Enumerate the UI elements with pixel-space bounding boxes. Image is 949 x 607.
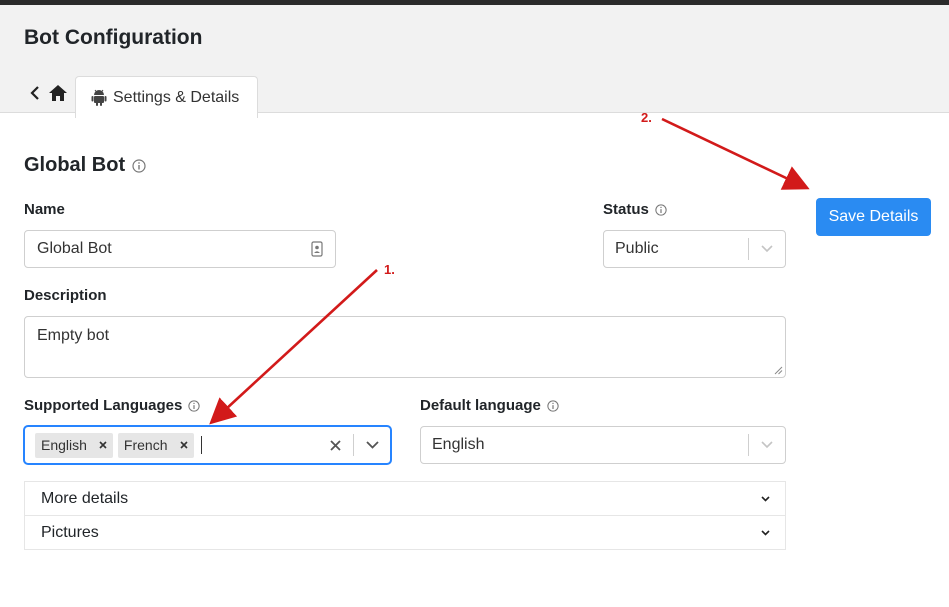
chevron-down-icon [761, 245, 773, 253]
description-textarea[interactable]: Empty bot [24, 316, 786, 378]
android-icon [91, 89, 107, 106]
info-icon[interactable] [547, 399, 559, 412]
accordion-label: Pictures [41, 523, 99, 541]
contact-card-icon [311, 241, 323, 257]
default-language-value: English [432, 436, 485, 453]
name-input[interactable]: Global Bot [24, 230, 336, 268]
default-language-label-text: Default language [420, 397, 541, 414]
accordion-pictures[interactable]: Pictures [24, 515, 786, 550]
language-chip-french: French [117, 432, 194, 458]
status-dropdown-toggle[interactable] [749, 231, 785, 267]
info-icon[interactable] [132, 158, 146, 173]
remove-chip-english-button[interactable] [93, 433, 113, 458]
chevron-down-icon [761, 495, 770, 502]
info-icon[interactable] [655, 203, 667, 216]
chevron-down-icon [365, 441, 379, 449]
languages-dropdown-toggle[interactable] [354, 427, 390, 463]
status-select[interactable]: Public [603, 230, 786, 268]
status-label: Status [603, 201, 667, 218]
description-label: Description [24, 287, 107, 304]
close-icon [99, 441, 107, 449]
chip-label: French [123, 437, 168, 453]
close-icon [179, 441, 188, 449]
page-header: Bot Configuration Settings & Details [0, 5, 949, 118]
default-language-select[interactable]: English [420, 426, 786, 464]
default-language-dropdown-toggle[interactable] [749, 427, 785, 463]
name-label: Name [24, 201, 65, 218]
chevron-down-icon [761, 529, 770, 536]
section-title: Global Bot [24, 154, 146, 177]
accordion-label: More details [41, 489, 129, 507]
home-button[interactable] [48, 83, 68, 103]
language-chip-english: English [35, 432, 113, 458]
supported-languages-multiselect[interactable]: English French [24, 426, 391, 464]
clear-languages-button[interactable] [317, 427, 353, 463]
close-icon [329, 439, 341, 451]
annotation-arrow-2 [661, 117, 810, 190]
supported-languages-label: Supported Languages [24, 397, 201, 414]
annotation-step-2: 2. [641, 110, 652, 125]
annotation-step-1: 1. [384, 262, 395, 277]
description-label-text: Description [24, 287, 107, 304]
info-icon[interactable] [188, 399, 201, 412]
status-select-value: Public [615, 240, 659, 257]
name-input-value: Global Bot [37, 240, 112, 257]
default-language-label: Default language [420, 397, 559, 414]
accordion-more-details[interactable]: More details [24, 481, 786, 516]
save-details-button[interactable]: Save Details [816, 198, 931, 236]
chevron-left-icon [30, 86, 39, 100]
text-cursor [200, 436, 202, 454]
back-button[interactable] [27, 83, 43, 103]
tab-settings-details[interactable]: Settings & Details [75, 76, 258, 118]
supported-languages-label-text: Supported Languages [24, 397, 183, 414]
name-label-text: Name [24, 201, 65, 218]
remove-chip-french-button[interactable] [174, 433, 194, 458]
tab-label: Settings & Details [113, 88, 240, 106]
chip-label: English [41, 437, 87, 453]
page-title: Bot Configuration [24, 26, 203, 49]
home-icon [49, 85, 67, 101]
description-value: Empty bot [37, 327, 110, 344]
chevron-down-icon [761, 441, 773, 449]
section-title-text: Global Bot [24, 154, 126, 176]
status-label-text: Status [603, 201, 649, 218]
resize-handle-icon[interactable] [774, 366, 783, 375]
